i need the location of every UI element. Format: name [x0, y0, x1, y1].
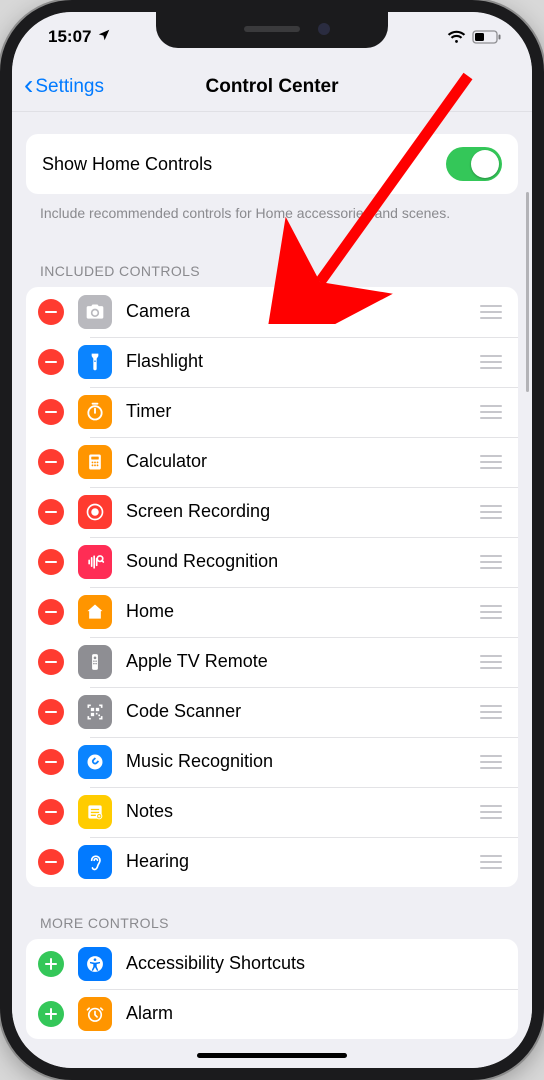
row-label: Notes: [126, 801, 466, 822]
drag-handle[interactable]: [480, 505, 502, 519]
row-label: Accessibility Shortcuts: [126, 953, 502, 974]
show-home-controls-footer: Include recommended controls for Home ac…: [40, 204, 504, 223]
drag-handle[interactable]: [480, 805, 502, 819]
home-indicator[interactable]: [197, 1053, 347, 1058]
musicrec-icon: [78, 745, 112, 779]
included-row-hearing[interactable]: Hearing: [26, 837, 518, 887]
more-controls-list: Accessibility Shortcuts Alarm: [26, 939, 518, 1039]
remove-button[interactable]: [38, 349, 64, 375]
row-label: Screen Recording: [126, 501, 466, 522]
row-label: Apple TV Remote: [126, 651, 466, 672]
home-icon: [78, 595, 112, 629]
row-label: Code Scanner: [126, 701, 466, 722]
codescan-icon: [78, 695, 112, 729]
wifi-icon: [447, 30, 466, 44]
remove-button[interactable]: [38, 799, 64, 825]
back-button[interactable]: ‹ Settings: [24, 74, 104, 99]
calculator-icon: [78, 445, 112, 479]
row-label: Home: [126, 601, 466, 622]
add-button[interactable]: [38, 951, 64, 977]
more-controls-header: MORE CONTROLS: [40, 915, 504, 931]
location-icon: [97, 28, 111, 46]
remove-button[interactable]: [38, 599, 64, 625]
drag-handle[interactable]: [480, 455, 502, 469]
row-label: Sound Recognition: [126, 551, 466, 572]
row-label: Camera: [126, 301, 466, 322]
included-row-home[interactable]: Home: [26, 587, 518, 637]
drag-handle[interactable]: [480, 855, 502, 869]
volume-up-button: [0, 234, 2, 304]
remove-button[interactable]: [38, 449, 64, 475]
show-home-controls-row[interactable]: Show Home Controls: [26, 134, 518, 194]
included-controls-header: INCLUDED CONTROLS: [40, 263, 504, 279]
flashlight-icon: [78, 345, 112, 379]
remove-button[interactable]: [38, 549, 64, 575]
row-label: Flashlight: [126, 351, 466, 372]
content-scroll[interactable]: Show Home Controls Include recommended c…: [12, 112, 532, 1068]
included-row-screenrec[interactable]: Screen Recording: [26, 487, 518, 537]
included-row-appletv[interactable]: Apple TV Remote: [26, 637, 518, 687]
drag-handle[interactable]: [480, 755, 502, 769]
soundrec-icon: [78, 545, 112, 579]
screen: 15:07: [12, 12, 532, 1068]
drag-handle[interactable]: [480, 555, 502, 569]
drag-handle[interactable]: [480, 605, 502, 619]
included-row-calculator[interactable]: Calculator: [26, 437, 518, 487]
camera-icon: [78, 295, 112, 329]
included-row-notes[interactable]: Notes: [26, 787, 518, 837]
row-label: Calculator: [126, 451, 466, 472]
side-button: [0, 162, 2, 200]
remove-button[interactable]: [38, 849, 64, 875]
included-row-flashlight[interactable]: Flashlight: [26, 337, 518, 387]
alarm-icon: [78, 997, 112, 1031]
row-label: Timer: [126, 401, 466, 422]
battery-icon: [472, 30, 502, 44]
row-label: Music Recognition: [126, 751, 466, 772]
show-home-controls-toggle[interactable]: [446, 147, 502, 181]
included-controls-list: Camera Flashlight Timer Calculator Screen Re…: [26, 287, 518, 887]
drag-handle[interactable]: [480, 355, 502, 369]
notes-icon: [78, 795, 112, 829]
show-home-controls-label: Show Home Controls: [42, 154, 212, 175]
remove-button[interactable]: [38, 299, 64, 325]
remove-button[interactable]: [38, 699, 64, 725]
chevron-left-icon: ‹: [24, 71, 33, 99]
timer-icon: [78, 395, 112, 429]
drag-handle[interactable]: [480, 655, 502, 669]
included-row-soundrec[interactable]: Sound Recognition: [26, 537, 518, 587]
row-label: Hearing: [126, 851, 466, 872]
add-button[interactable]: [38, 1001, 64, 1027]
remove-button[interactable]: [38, 749, 64, 775]
status-time: 15:07: [48, 27, 91, 47]
included-row-timer[interactable]: Timer: [26, 387, 518, 437]
notch: [156, 12, 388, 48]
accessibility-icon: [78, 947, 112, 981]
drag-handle[interactable]: [480, 305, 502, 319]
drag-handle[interactable]: [480, 405, 502, 419]
hearing-icon: [78, 845, 112, 879]
row-label: Alarm: [126, 1003, 502, 1024]
remove-button[interactable]: [38, 649, 64, 675]
drag-handle[interactable]: [480, 705, 502, 719]
navigation-bar: ‹ Settings Control Center: [12, 62, 532, 112]
remove-button[interactable]: [38, 399, 64, 425]
iphone-frame: 15:07: [0, 0, 544, 1080]
screenrec-icon: [78, 495, 112, 529]
included-row-codescan[interactable]: Code Scanner: [26, 687, 518, 737]
included-row-musicrec[interactable]: Music Recognition: [26, 737, 518, 787]
back-label: Settings: [35, 76, 104, 98]
volume-down-button: [0, 318, 2, 388]
more-row-accessibility[interactable]: Accessibility Shortcuts: [26, 939, 518, 989]
remove-button[interactable]: [38, 499, 64, 525]
scroll-indicator[interactable]: [526, 192, 529, 392]
appletv-icon: [78, 645, 112, 679]
included-row-camera[interactable]: Camera: [26, 287, 518, 337]
more-row-alarm[interactable]: Alarm: [26, 989, 518, 1039]
